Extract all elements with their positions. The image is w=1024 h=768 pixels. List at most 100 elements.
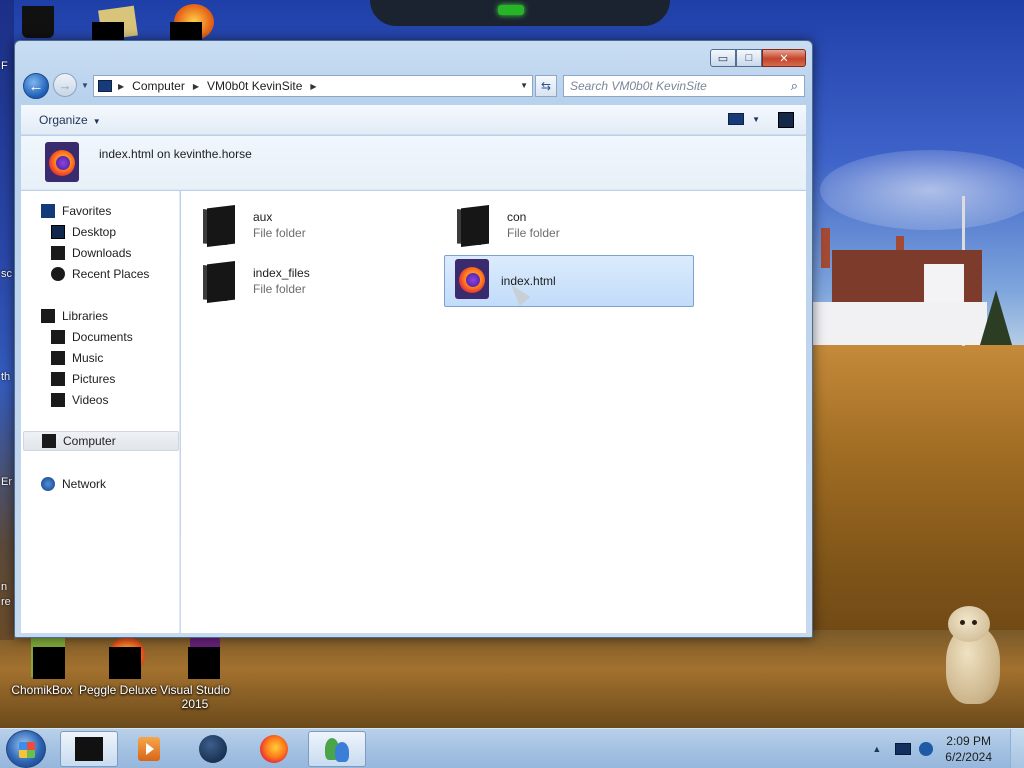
file-item-con[interactable]: con File folder — [437, 199, 687, 251]
desktop-app-icon[interactable] — [170, 0, 216, 40]
start-button[interactable] — [6, 730, 46, 768]
nav-label: Documents — [72, 330, 133, 344]
nav-network[interactable]: Network — [41, 474, 106, 494]
preview-pane-button[interactable] — [778, 112, 794, 128]
nav-computer[interactable]: Computer — [23, 431, 179, 451]
nav-label: Pictures — [72, 372, 116, 386]
nav-label: Videos — [72, 393, 109, 407]
file-list[interactable]: aux File folder con File folder index_fi… — [181, 191, 806, 633]
change-view-button[interactable]: ▼ — [728, 113, 760, 125]
folder-icon — [457, 203, 493, 247]
desktop-gopher-mascot — [938, 606, 1004, 706]
file-name: aux — [253, 210, 273, 224]
desktop-app-icon[interactable] — [92, 0, 138, 41]
taskbar-media-player-button[interactable] — [120, 731, 178, 767]
chevron-down-icon: ▼ — [752, 114, 760, 124]
file-type: File folder — [253, 226, 306, 240]
nav-label: Recent Places — [72, 267, 150, 281]
desktop-edge-text: sc — [1, 268, 12, 280]
desktop-icon-visual-studio[interactable]: Visual Studio 2015 — [153, 637, 237, 711]
view-icon — [728, 113, 745, 125]
system-tray: ▲ 2:09 PM 6/2/2024 — [872, 729, 1024, 768]
refresh-button[interactable]: ⇆ — [535, 75, 557, 97]
nav-label: Favorites — [62, 204, 112, 218]
top-device-bar — [370, 0, 670, 26]
taskbar: ▲ 2:09 PM 6/2/2024 — [0, 728, 1024, 768]
desktop-edge-text: F — [1, 60, 8, 72]
nav-item-documents[interactable]: Documents — [51, 327, 133, 347]
file-item-index-files[interactable]: index_files File folder — [183, 255, 433, 307]
chevron-right-icon[interactable]: ▶ — [118, 82, 124, 91]
nav-item-music[interactable]: Music — [51, 348, 103, 368]
taskbar-explorer-button[interactable] — [60, 731, 118, 767]
minimize-button[interactable]: ▭ — [710, 49, 736, 67]
libraries-icon — [41, 309, 55, 323]
desktop-icon-label: ChomikBox — [11, 683, 73, 697]
organize-label: Organize — [39, 112, 88, 127]
nav-item-videos[interactable]: Videos — [51, 390, 108, 410]
network-icon[interactable] — [919, 742, 934, 756]
wallpaper-cloud — [820, 150, 1024, 230]
nav-label: Computer — [63, 434, 116, 448]
globe-icon — [199, 735, 227, 763]
desktop-edge-text: th — [1, 371, 11, 383]
breadcrumb-vm0b0t-kevinsite[interactable]: VM0b0t KevinSite — [207, 79, 302, 93]
back-button[interactable]: ← — [23, 73, 49, 99]
chevron-right-icon[interactable]: ▶ — [193, 82, 199, 91]
recycle-bin-icon[interactable] — [18, 0, 64, 40]
refresh-icon: ⇆ — [540, 79, 552, 93]
forward-button[interactable]: → — [53, 73, 77, 97]
file-type: File folder — [507, 226, 560, 240]
media-player-icon — [138, 737, 160, 761]
nav-item-desktop[interactable]: Desktop — [51, 222, 116, 242]
taskbar-people-button[interactable] — [308, 731, 366, 767]
show-desktop-button[interactable] — [1010, 729, 1024, 768]
clock-date: 6/2/2024 — [945, 750, 992, 764]
taskbar-globe-button[interactable] — [184, 731, 242, 767]
nav-favorites[interactable]: Favorites — [41, 201, 111, 221]
search-icon[interactable]: ⌕ — [791, 78, 798, 94]
file-item-index-html[interactable]: index.html — [444, 255, 694, 307]
clock[interactable]: 2:09 PM 6/2/2024 — [945, 733, 992, 765]
navigation-pane[interactable]: Favorites Desktop Downloads Recent Place… — [21, 191, 180, 633]
address-bar[interactable]: ▶ Computer ▶ VM0b0t KevinSite ▶ ▼ — [93, 75, 533, 97]
nav-libraries[interactable]: Libraries — [41, 306, 108, 326]
desktop-icon-peggle[interactable]: Peggle Deluxe — [76, 637, 160, 697]
windows-logo-icon — [19, 742, 35, 758]
organize-button[interactable]: Organize ▼ — [39, 113, 101, 127]
firefox-html-file-icon — [455, 259, 491, 303]
recent-pages-dropdown[interactable]: ▼ — [81, 81, 89, 90]
file-item-aux[interactable]: aux File folder — [183, 199, 433, 251]
details-title: index.html on kevinthe.horse — [99, 147, 252, 161]
address-dropdown-icon[interactable]: ▼ — [520, 81, 528, 90]
network-icon — [41, 477, 55, 491]
show-hidden-icons-button[interactable]: ▲ — [872, 744, 881, 754]
desktop-left-edge — [0, 0, 14, 640]
desktop-icon-chomikbox[interactable]: ChomikBox — [0, 637, 84, 697]
wallpaper-house — [812, 228, 987, 345]
arrow-right-icon: → — [58, 77, 72, 93]
nav-item-downloads[interactable]: Downloads — [51, 243, 131, 263]
videos-icon — [51, 393, 65, 407]
search-input[interactable]: Search VM0b0t KevinSite ⌕ — [563, 75, 805, 97]
pictures-icon — [51, 372, 65, 386]
close-button[interactable]: ✕ — [762, 49, 806, 67]
window-controls: ▭ □ ✕ — [710, 49, 806, 67]
command-bar: Organize ▼ ▼ — [21, 105, 806, 135]
nav-item-pictures[interactable]: Pictures — [51, 369, 115, 389]
nav-label: Network — [62, 477, 107, 491]
taskbar-firefox-button[interactable] — [245, 731, 303, 767]
firefox-html-file-icon — [45, 142, 79, 182]
nav-label: Downloads — [72, 246, 132, 260]
file-name: con — [507, 210, 527, 224]
chevron-right-icon[interactable]: ▶ — [310, 82, 316, 91]
action-center-icon[interactable] — [895, 743, 912, 755]
explorer-window[interactable]: ▭ □ ✕ ← → ▼ ▶ Computer ▶ VM0b0t KevinSit… — [14, 40, 813, 638]
nav-label: Libraries — [62, 309, 109, 323]
star-icon — [41, 204, 55, 218]
arrow-left-icon: ← — [28, 77, 44, 95]
breadcrumb-computer[interactable]: Computer — [132, 79, 185, 93]
file-name: index_files — [253, 266, 310, 280]
maximize-button[interactable]: □ — [736, 49, 762, 67]
nav-item-recent-places[interactable]: Recent Places — [51, 264, 149, 284]
